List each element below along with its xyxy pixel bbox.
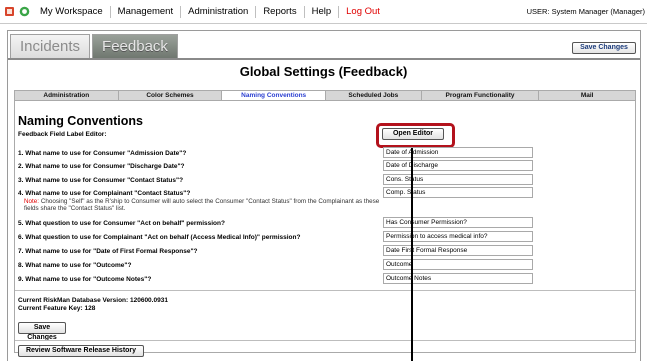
outcome-field[interactable]: Outcome — [383, 259, 533, 270]
feature-key: Current Feature Key: 128 — [18, 305, 96, 312]
question-label-1: 1. What name to use for Consumer "Admiss… — [18, 150, 187, 157]
home-icon[interactable] — [4, 6, 15, 17]
first-formal-response-field[interactable]: Date First Formal Response — [383, 245, 533, 256]
callout-highlight-box — [376, 123, 455, 148]
user-label: USER: System Manager (Manager) — [526, 7, 645, 16]
nav-administration[interactable]: Administration — [180, 5, 255, 18]
complainant-contact-status-field[interactable]: Comp. Status — [383, 187, 533, 198]
tab-naming-conventions[interactable]: Naming Conventions — [222, 91, 327, 100]
settings-content — [14, 101, 636, 353]
main-nav: My Workspace Management Administration R… — [36, 0, 387, 24]
refresh-icon[interactable] — [19, 6, 30, 17]
question-label-7: 7. What name to use for "Date of First F… — [18, 248, 198, 255]
note-text: Note: Choosing "Self" as the R'ship to C… — [24, 198, 384, 212]
note-label: Note: — [24, 198, 40, 205]
question-label-6: 6. What question to use for Complainant … — [18, 234, 301, 241]
tab-scheduled-jobs[interactable]: Scheduled Jobs — [326, 91, 422, 100]
complainant-act-on-behalf-field[interactable]: Permission to access medical info? — [383, 231, 533, 242]
question-label-5: 5. What question to use for Consumer "Ac… — [18, 220, 225, 227]
callout-pointer-line — [411, 148, 413, 361]
consumer-contact-status-field[interactable]: Cons. Status — [383, 174, 533, 185]
admission-date-label-field[interactable]: Date of Admission — [383, 147, 533, 158]
divider-bottom — [15, 340, 635, 341]
settings-tabs: Administration Color Schemes Naming Conv… — [14, 90, 636, 101]
page-title: Global Settings (Feedback) — [239, 64, 408, 79]
question-label-9: 9. What name to use for "Outcome Notes"? — [18, 276, 152, 283]
tab-program-functionality[interactable]: Program Functionality — [422, 91, 540, 100]
note-body: Choosing "Self" as the R'ship to Consume… — [24, 198, 380, 212]
divider — [15, 290, 635, 291]
tab-color-schemes[interactable]: Color Schemes — [119, 91, 223, 100]
tab-mail[interactable]: Mail — [539, 91, 635, 100]
top-nav-bar: My Workspace Management Administration R… — [0, 0, 647, 24]
nav-my-workspace[interactable]: My Workspace — [36, 6, 110, 18]
nav-reports[interactable]: Reports — [255, 5, 303, 18]
module-tabs: Incidents Feedback — [10, 34, 180, 58]
database-version: Current RiskMan Database Version: 120600… — [18, 297, 168, 304]
review-history-button[interactable]: Review Software Release History — [18, 345, 144, 357]
question-label-4: 4. What name to use for Complainant "Con… — [18, 190, 191, 197]
tab-administration[interactable]: Administration — [15, 91, 119, 100]
section-subtitle: Feedback Field Label Editor: — [18, 131, 107, 138]
question-label-8: 8. What name to use for "Outcome"? — [18, 262, 132, 269]
question-label-2: 2. What name to use for Consumer "Discha… — [18, 163, 185, 170]
version-info: Current RiskMan Database Version: 120600… — [18, 297, 168, 313]
consumer-act-on-behalf-field[interactable]: Has Consumer Permission? — [383, 217, 533, 228]
discharge-date-label-field[interactable]: Date of Discharge — [383, 160, 533, 171]
tab-incidents[interactable]: Incidents — [10, 34, 91, 58]
tab-feedback[interactable]: Feedback — [92, 34, 178, 58]
nav-logout[interactable]: Log Out — [338, 5, 387, 18]
question-label-3: 3. What name to use for Consumer "Contac… — [18, 177, 184, 184]
save-changes-bottom-button[interactable]: Save Changes — [18, 322, 66, 341]
section-title: Naming Conventions — [18, 114, 144, 128]
outcome-notes-field[interactable]: Outcome Notes — [383, 273, 533, 284]
save-changes-top-button[interactable]: Save Changes — [572, 42, 636, 54]
nav-help[interactable]: Help — [303, 5, 339, 18]
nav-management[interactable]: Management — [109, 5, 180, 18]
